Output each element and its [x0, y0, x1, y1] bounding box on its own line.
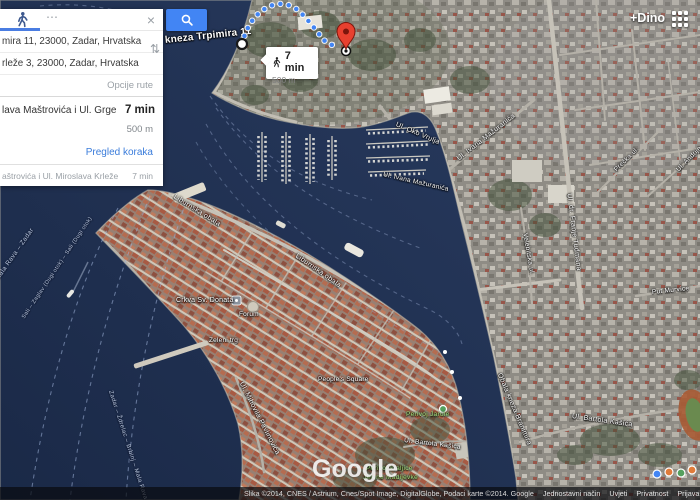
travel-mode-bar: ⋯ × — [0, 9, 163, 31]
destination-field[interactable]: rleže 3, 23000, Zadar, Hrvatska — [0, 53, 163, 75]
apps-grid-icon[interactable] — [672, 11, 688, 27]
alternate-route-duration: 7 min — [132, 171, 153, 181]
route-distance: 500 m — [0, 124, 163, 135]
google-watermark: Google — [312, 455, 398, 484]
route-options-link[interactable]: Opcije rute — [107, 80, 153, 91]
profile-link[interactable]: +Dino — [630, 11, 665, 25]
route-duration: 7 min — [125, 104, 155, 116]
attribution-bar: Slika ©2014, CNES / Astrium, Cnes/Spot I… — [0, 487, 700, 500]
google-maps-window: kneza Trpimira 11Ul. Oko VruljaUl. Ivana… — [0, 0, 700, 500]
route-title: lava Maštrovića i Ul. Grge — [2, 105, 121, 116]
terms-link[interactable]: Uvjeti — [609, 489, 627, 498]
imagery-attribution: Slika ©2014, CNES / Astrium, Cnes/Spot I… — [244, 489, 534, 498]
alternate-route-title: aštrovića i Ul. Miroslava Krleže — [2, 171, 132, 181]
privacy-link[interactable]: Privatnost — [636, 489, 668, 498]
tooltip-duration: 7 min — [285, 50, 313, 74]
search-button[interactable] — [166, 9, 207, 31]
walking-icon — [271, 56, 282, 69]
swap-endpoints-button[interactable]: ⇅ — [150, 42, 160, 56]
walking-mode-tab[interactable] — [14, 11, 32, 29]
route-duration-tooltip[interactable]: 7 min 500 m — [266, 47, 318, 79]
origin-field[interactable]: mira 11, 23000, Zadar, Hrvatska — [0, 31, 163, 53]
report-problem-link[interactable]: Prijava pogreške — [677, 489, 700, 498]
close-directions-button[interactable]: × — [147, 11, 155, 29]
directions-panel: ⋯ × mira 11, 23000, Zadar, Hrvatska rlež… — [0, 9, 163, 186]
selected-mode-underline — [0, 28, 40, 31]
search-icon — [180, 13, 194, 27]
route-summary[interactable]: lava Maštrovića i Ul. Grge 7 min 500 m P… — [0, 97, 163, 165]
step-by-step-link[interactable]: Pregled koraka — [86, 147, 153, 158]
walking-icon — [14, 11, 30, 29]
simple-mode-link[interactable]: Jednostavni način — [543, 489, 601, 498]
more-travel-modes[interactable]: ⋯ — [46, 10, 59, 24]
tooltip-distance: 500 m — [272, 75, 313, 85]
alternate-route[interactable]: aštrovića i Ul. Miroslava Krleže 7 min — [0, 165, 163, 186]
